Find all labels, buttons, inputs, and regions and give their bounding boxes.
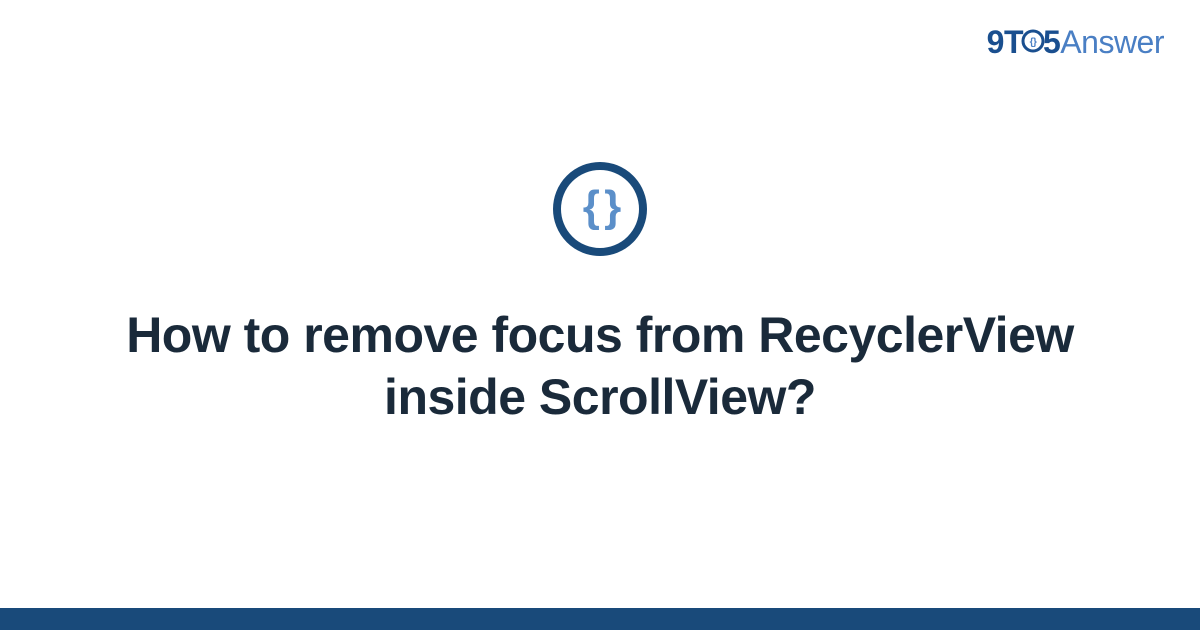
code-braces-icon: { } — [553, 162, 647, 256]
question-title: How to remove focus from RecyclerView in… — [100, 304, 1100, 429]
braces-glyph: { } — [583, 185, 617, 229]
footer-accent-bar — [0, 608, 1200, 630]
main-content: { } How to remove focus from RecyclerVie… — [0, 0, 1200, 630]
